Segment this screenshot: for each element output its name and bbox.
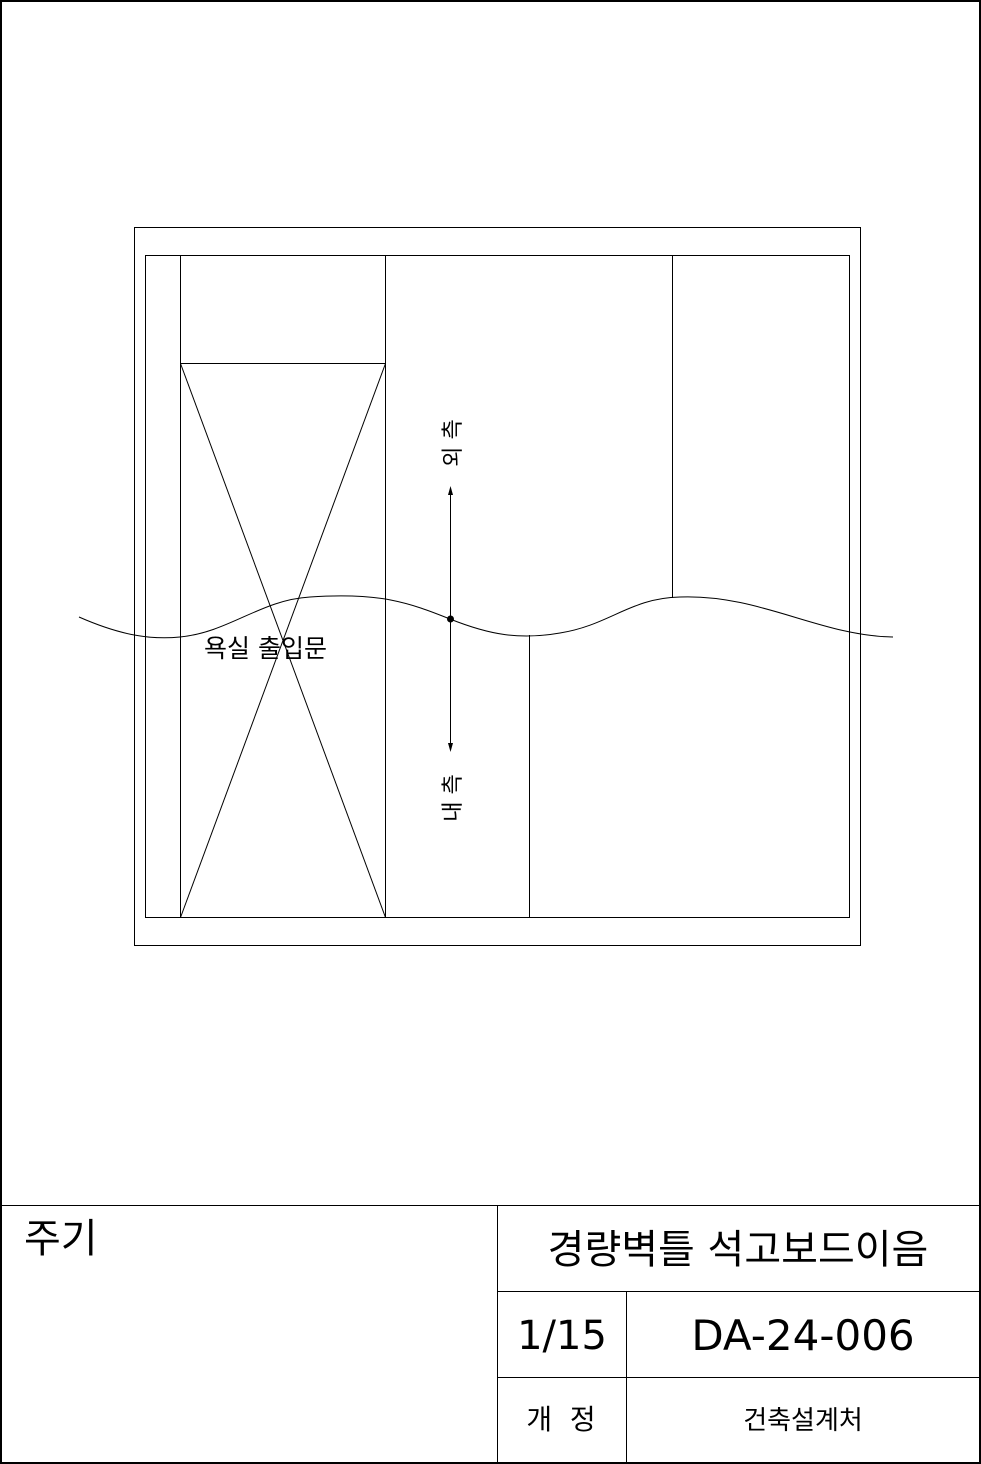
break-line [78, 595, 894, 639]
inner-side-label: 내 측 [441, 774, 466, 821]
drawing-sheet: 욕실 출입문 외 측 내 측 주기 경량벽틀 석고보드이음 1/15 DA-24… [0, 0, 981, 1464]
arrow-origin-dot [447, 615, 454, 623]
drawing-title: 경량벽틀 석고보드이음 [548, 1227, 929, 1273]
sheet-number: 1/15 [517, 1313, 607, 1359]
outer-frame [134, 227, 861, 946]
wall-elevation [78, 227, 894, 946]
outer-side-label: 외 측 [441, 419, 466, 466]
door-label: 욕실 출입문 [204, 634, 327, 663]
arrow-down-head [448, 743, 453, 752]
inner-frame [145, 255, 850, 918]
department-label: 건축설계처 [743, 1406, 863, 1436]
drawing-number: DA-24-006 [691, 1311, 914, 1360]
revision-label: 개 정 [526, 1403, 595, 1436]
arrow-up-head [448, 486, 453, 495]
notes-label: 주기 [24, 1216, 98, 1262]
